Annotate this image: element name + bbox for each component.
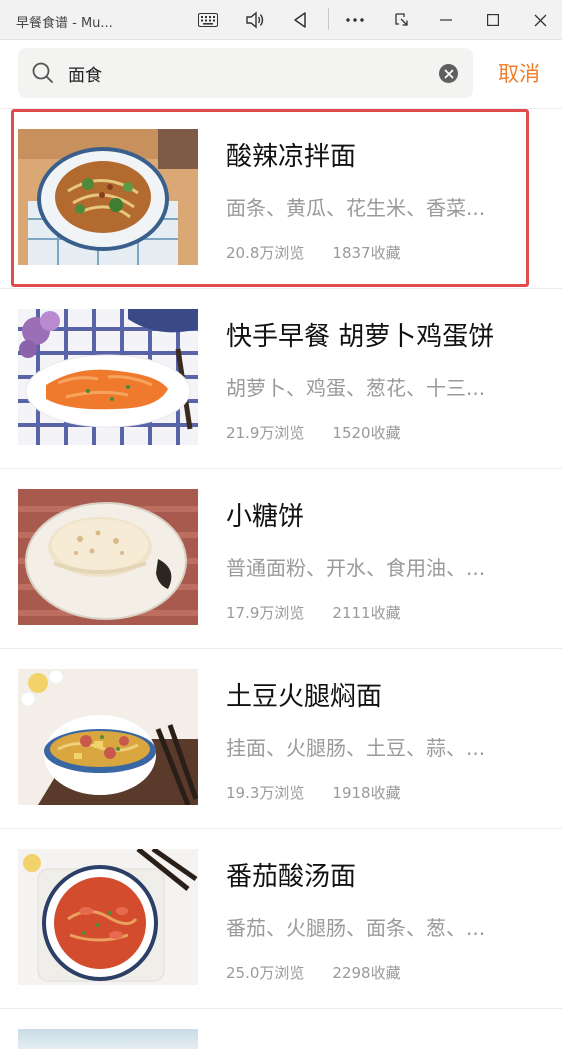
recipe-ingredients: 挂面、火腿肠、土豆、蒜、... bbox=[226, 736, 486, 760]
recipe-views: 17.9万浏览 bbox=[226, 604, 305, 622]
window-titlebar: 早餐食谱 - Mu... bbox=[0, 0, 562, 40]
recipe-card[interactable]: 酸辣凉拌面 面条、黄瓜、花生米、香菜... 20.8万浏览 1837收藏 bbox=[0, 108, 562, 288]
recipe-views: 21.9万浏览 bbox=[226, 424, 305, 442]
recipe-stats: 17.9万浏览 2111收藏 bbox=[226, 602, 401, 623]
close-icon[interactable] bbox=[526, 8, 554, 32]
recipe-title: 土豆火腿焖面 bbox=[226, 682, 383, 712]
more-icon[interactable] bbox=[341, 8, 369, 32]
recipe-ingredients: 胡萝卜、鸡蛋、葱花、十三... bbox=[226, 376, 486, 400]
recipe-photo-sugar-pancake bbox=[18, 489, 198, 625]
minimize-icon[interactable] bbox=[432, 8, 460, 32]
recipe-photo-carrot-egg-pancake bbox=[18, 309, 198, 445]
snap-icon[interactable] bbox=[388, 8, 416, 32]
recipe-card[interactable]: 土豆火腿焖面 挂面、火腿肠、土豆、蒜、... 19.3万浏览 1918收藏 bbox=[0, 648, 562, 828]
recipe-views: 25.0万浏览 bbox=[226, 964, 305, 982]
recipe-stats: 21.9万浏览 1520收藏 bbox=[226, 422, 401, 443]
recipe-stats: 25.0万浏览 2298收藏 bbox=[226, 962, 401, 983]
clear-search-icon[interactable] bbox=[439, 64, 458, 83]
maximize-icon[interactable] bbox=[479, 8, 507, 32]
recipe-title: 番茄酸汤面 bbox=[226, 862, 357, 892]
recipe-views: 19.3万浏览 bbox=[226, 784, 305, 802]
recipe-card-partial[interactable] bbox=[0, 1008, 562, 1049]
back-triangle-icon[interactable] bbox=[286, 8, 314, 32]
recipe-title: 酸辣凉拌面 bbox=[226, 142, 357, 172]
recipe-favorites: 2298收藏 bbox=[332, 964, 401, 982]
speaker-icon[interactable] bbox=[241, 8, 269, 32]
keyboard-icon[interactable] bbox=[194, 8, 222, 32]
recipe-ingredients: 番茄、火腿肠、面条、葱、... bbox=[226, 916, 486, 940]
recipe-card[interactable]: 番茄酸汤面 番茄、火腿肠、面条、葱、... 25.0万浏览 2298收藏 bbox=[0, 828, 562, 1008]
recipe-title: 快手早餐 胡萝卜鸡蛋饼 bbox=[226, 322, 495, 352]
recipe-favorites: 2111收藏 bbox=[332, 604, 401, 622]
recipe-stats: 19.3万浏览 1918收藏 bbox=[226, 782, 401, 803]
search-input[interactable] bbox=[68, 48, 438, 98]
recipe-favorites: 1520收藏 bbox=[332, 424, 401, 442]
cancel-button[interactable]: 取消 bbox=[498, 58, 540, 88]
recipe-ingredients: 普通面粉、开水、食用油、... bbox=[226, 556, 486, 580]
recipe-favorites: 1918收藏 bbox=[332, 784, 401, 802]
recipe-photo-tomato-sour-noodles bbox=[18, 849, 198, 985]
recipe-views: 20.8万浏览 bbox=[226, 244, 305, 262]
window-title: 早餐食谱 - Mu... bbox=[16, 16, 113, 31]
recipe-stats: 20.8万浏览 1837收藏 bbox=[226, 242, 401, 263]
recipe-ingredients: 面条、黄瓜、花生米、香菜... bbox=[226, 196, 486, 220]
recipe-photo-potato-ham-noodles bbox=[18, 669, 198, 805]
recipe-photo-partial bbox=[18, 1029, 198, 1049]
recipe-title: 小糖饼 bbox=[226, 502, 305, 532]
search-icon bbox=[32, 62, 53, 83]
recipe-card[interactable]: 快手早餐 胡萝卜鸡蛋饼 胡萝卜、鸡蛋、葱花、十三... 21.9万浏览 1520收… bbox=[0, 288, 562, 468]
recipe-favorites: 1837收藏 bbox=[332, 244, 401, 262]
recipe-photo-cold-noodles bbox=[18, 129, 198, 265]
search-header: 取消 bbox=[0, 40, 562, 108]
search-box[interactable] bbox=[18, 48, 473, 98]
titlebar-divider bbox=[328, 8, 329, 30]
recipe-card[interactable]: 小糖饼 普通面粉、开水、食用油、... 17.9万浏览 2111收藏 bbox=[0, 468, 562, 648]
recipe-list: 酸辣凉拌面 面条、黄瓜、花生米、香菜... 20.8万浏览 1837收藏 快手早… bbox=[0, 108, 562, 1049]
